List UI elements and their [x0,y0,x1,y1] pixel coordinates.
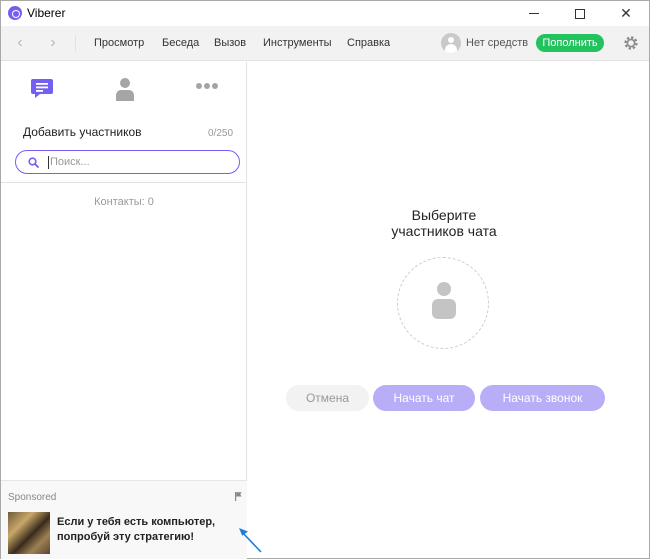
minimize-button[interactable] [511,1,557,26]
more-icon[interactable] [195,80,219,92]
toolbar: ‹ › Просмотр Беседа Вызов Инструменты Сп… [1,26,649,61]
ad-line-2: попробуй эту стратегию! [57,531,195,543]
window-title: Viberer [27,6,66,20]
participant-placeholder [397,257,489,349]
title-bar: Viberer ✕ [1,1,649,26]
minimize-icon [529,13,539,14]
contacts-count: Контакты: 0 [94,196,154,208]
search-icon [28,157,39,168]
choose-title-line-1: Выберите [411,207,477,223]
back-arrow-icon[interactable]: ‹ [11,34,29,52]
search-input[interactable] [50,154,230,170]
topup-button[interactable]: Пополнить [536,34,604,52]
flag-icon[interactable] [235,492,242,501]
gear-icon[interactable] [622,34,640,52]
balance-label[interactable]: Нет средств [466,37,528,49]
tabs-row [1,62,247,114]
forward-arrow-icon[interactable]: › [44,34,62,52]
maximize-button[interactable] [557,1,603,26]
start-call-button[interactable]: Начать звонок [480,385,605,411]
menu-help[interactable]: Справка [347,37,390,49]
menu-tools[interactable]: Инструменты [263,37,332,49]
viber-window: Viberer ✕ ‹ › Просмотр Беседа Вызов Инст… [0,0,650,559]
start-chat-button[interactable]: Начать чат [373,385,475,411]
menu-view[interactable]: Просмотр [94,37,144,49]
maximize-icon [575,8,585,19]
left-panel: Добавить участников 0/250 Контакты: 0 Sp… [1,62,262,559]
participant-count: 0/250 [208,128,234,139]
menu-call[interactable]: Вызов [214,37,246,49]
main-panel: Выберите участников чата Отмена Начать ч… [248,62,649,559]
choose-title-line-2: участников чата [391,223,497,239]
chats-icon[interactable] [30,76,54,100]
viber-logo-icon [8,6,22,20]
add-participants-title: Добавить участников [23,125,142,139]
ad-text[interactable]: Если у тебя есть компьютер, попробуй эту… [57,515,215,545]
close-button[interactable]: ✕ [603,1,649,26]
sponsored-label: Sponsored [8,492,57,503]
search-box[interactable] [15,150,240,174]
cancel-button[interactable]: Отмена [286,385,369,411]
toolbar-divider [75,35,76,51]
divider [1,182,247,183]
ad-line-1: Если у тебя есть компьютер, [57,516,216,528]
person-placeholder-icon [432,282,456,319]
close-icon: ✕ [620,5,632,21]
menu-conversation[interactable]: Беседа [162,37,199,49]
ad-image[interactable] [8,512,50,554]
sponsored-block[interactable]: Sponsored Если у тебя есть компьютер, по… [1,480,262,559]
avatar-icon[interactable] [441,33,461,53]
contacts-icon[interactable] [115,77,135,101]
text-cursor [48,156,49,169]
